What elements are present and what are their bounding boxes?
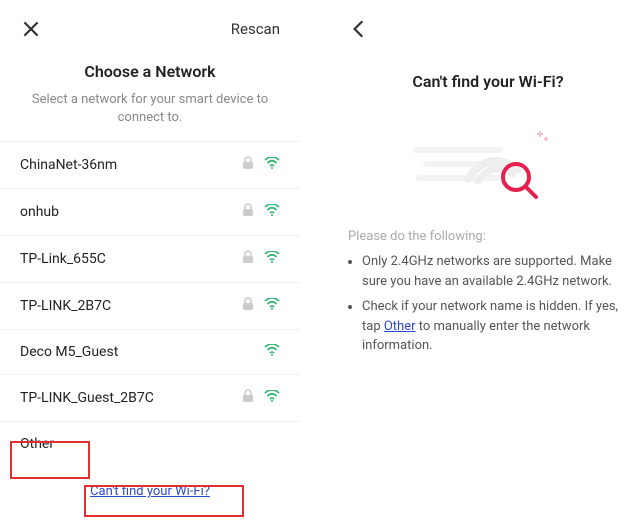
- network-name: TP-LINK_Guest_2B7C: [20, 390, 154, 406]
- instruction-item: Only 2.4GHz networks are supported. Make…: [362, 252, 638, 291]
- cant-find-wifi-link[interactable]: Can't find your Wi-Fi?: [0, 484, 300, 499]
- other-network-row[interactable]: Other: [0, 422, 300, 466]
- network-row-icons: [242, 156, 280, 174]
- lock-icon: [242, 203, 254, 221]
- page-title: Choose a Network: [0, 62, 300, 81]
- network-row-icons: [242, 389, 280, 407]
- network-name: TP-Link_655C: [20, 251, 106, 267]
- network-name: TP-LINK_2B7C: [20, 298, 111, 314]
- lock-icon: [242, 156, 254, 174]
- network-name: ChinaNet-36nm: [20, 157, 117, 173]
- wifi-signal-icon: [264, 298, 280, 314]
- lock-icon: [242, 389, 254, 407]
- network-row[interactable]: TP-LINK_Guest_2B7C: [0, 375, 300, 422]
- topbar-right: [338, 0, 638, 50]
- network-row[interactable]: ChinaNet-36nm: [0, 142, 300, 189]
- wifi-help-screen: Can't find your Wi-Fi? Please do the fol…: [338, 0, 638, 531]
- network-row-icons: [264, 344, 280, 360]
- network-row[interactable]: TP-LINK_2B7C: [0, 283, 300, 330]
- other-label: Other: [20, 436, 54, 452]
- wifi-signal-icon: [264, 344, 280, 360]
- wifi-search-illustration: [408, 119, 568, 209]
- network-row[interactable]: TP-Link_655C: [0, 236, 300, 283]
- lock-icon: [242, 297, 254, 315]
- other-inline-link[interactable]: Other: [384, 319, 416, 334]
- wifi-signal-icon: [264, 390, 280, 406]
- network-select-screen: Rescan Choose a Network Select a network…: [0, 0, 300, 531]
- network-name: onhub: [20, 204, 59, 220]
- instructions-label: Please do the following:: [338, 229, 638, 252]
- help-title: Can't find your Wi-Fi?: [338, 72, 638, 91]
- wifi-signal-icon: [264, 251, 280, 267]
- network-row-icons: [242, 297, 280, 315]
- close-icon[interactable]: [20, 18, 42, 40]
- network-name: Deco M5_Guest: [20, 344, 118, 360]
- back-icon[interactable]: [348, 18, 370, 40]
- network-list: ChinaNet-36nm onhub TP-Link_655C TP-LINK_2B…: [0, 141, 300, 422]
- rescan-button[interactable]: Rescan: [231, 20, 280, 38]
- topbar: Rescan: [0, 0, 300, 50]
- lock-icon: [242, 250, 254, 268]
- network-row-icons: [242, 203, 280, 221]
- page-subtitle: Select a network for your smart device t…: [0, 81, 300, 141]
- network-row[interactable]: Deco M5_Guest: [0, 330, 300, 375]
- instructions-list: Only 2.4GHz networks are supported. Make…: [338, 252, 638, 356]
- network-row[interactable]: onhub: [0, 189, 300, 236]
- wifi-signal-icon: [264, 157, 280, 173]
- instruction-item: Check if your network name is hidden. If…: [362, 297, 638, 356]
- wifi-signal-icon: [264, 204, 280, 220]
- network-row-icons: [242, 250, 280, 268]
